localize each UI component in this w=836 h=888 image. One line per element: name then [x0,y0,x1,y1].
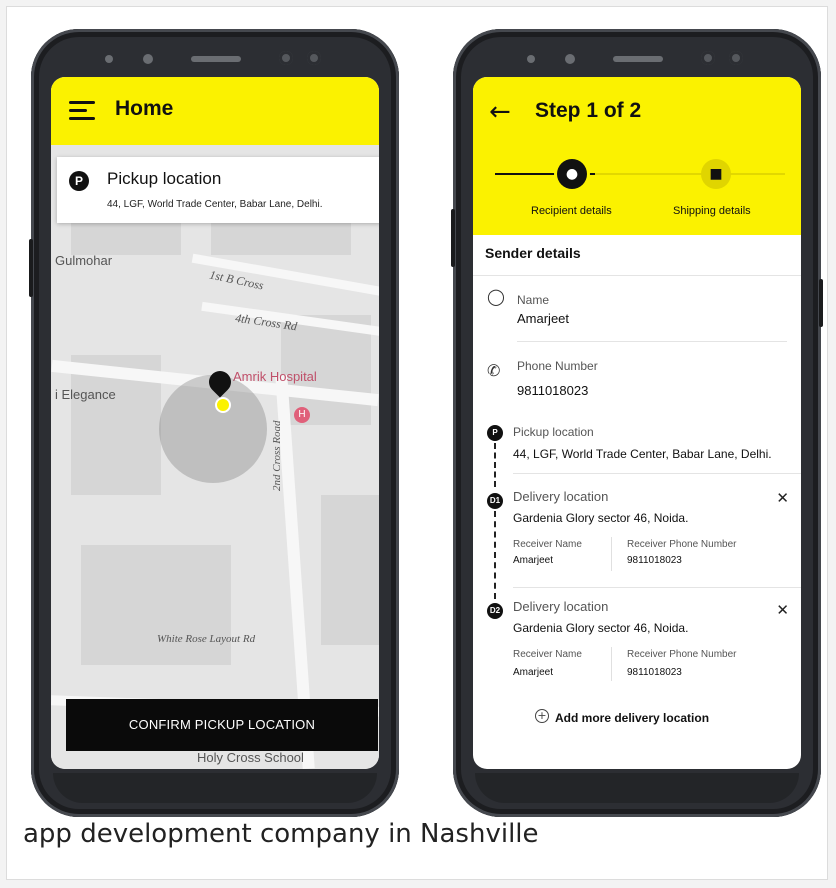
map-label: i Elegance [55,387,116,402]
phone-top-bar [31,49,399,73]
divider [611,647,612,681]
receiver-phone-label: Receiver Phone Number [627,649,737,660]
receiver-name-label: Receiver Name [513,649,582,660]
hospital-marker-icon[interactable]: H [294,407,310,423]
truck-icon[interactable]: ■ [701,159,731,189]
name-value[interactable]: Amarjeet [517,311,569,326]
receiver-phone-label: Receiver Phone Number [627,539,737,550]
receiver-name: Amarjeet [513,555,554,566]
divider [513,587,801,588]
page-title: Home [115,97,174,120]
pickup-marker-icon: P [487,425,503,441]
sensor-dot [527,55,535,63]
delivery-marker-icon: D1 [487,493,503,509]
back-arrow-icon[interactable]: ← [489,99,511,125]
details-screen: ← Step 1 of 2 ● ■ Recipient details Ship… [473,77,801,769]
phone-top-bar [453,49,821,73]
image-caption: app development company in Nashville [23,819,539,849]
delivery-label: Delivery location [513,599,609,614]
receiver-phone: 9811018023 [627,555,682,566]
delivery-marker-icon: D2 [487,603,503,619]
step-label-recipient[interactable]: Recipient details [531,205,612,217]
person-icon[interactable]: ● [557,159,587,189]
stepper-track-pending [595,173,785,175]
add-delivery-location-button[interactable]: Add more delivery location [555,711,709,725]
delivery-address[interactable]: Gardenia Glory sector 46, Noida. [513,511,688,525]
current-location-dot [215,397,231,413]
map-label: Holy Cross School [197,750,304,765]
phone-value[interactable]: 9811018023 [517,383,588,398]
user-icon: ◯ [487,287,505,306]
phone-chin [53,773,377,803]
sensor-dot [143,54,153,64]
pickup-location-card[interactable]: P Pickup location 44, LGF, World Trade C… [57,157,379,223]
receiver-phone: 9811018023 [627,667,682,678]
divider [517,341,787,342]
sensor-dot [105,55,113,63]
confirm-pickup-button[interactable]: CONFIRM PICKUP LOCATION [66,699,378,751]
camera-lens [279,51,293,65]
section-title: Sender details [485,245,581,261]
phone-label: Phone Number [517,359,598,373]
close-icon[interactable]: ✕ [776,489,789,507]
camera-lens [701,51,715,65]
pickup-address[interactable]: 44, LGF, World Trade Center, Babar Lane,… [513,447,772,461]
speaker-grill [191,56,241,62]
delivery-address[interactable]: Gardenia Glory sector 46, Noida. [513,621,688,635]
map-label: 2nd Cross Road [271,420,283,492]
receiver-name: Amarjeet [513,667,554,678]
power-button [819,279,823,327]
phone-icon: ✆ [487,361,501,380]
pickup-card-address: 44, LGF, World Trade Center, Babar Lane,… [107,199,323,210]
name-label: Name [517,293,550,307]
phone-step-one: ← Step 1 of 2 ● ■ Recipient details Ship… [451,29,823,817]
speaker-grill [613,56,663,62]
volume-button [29,239,33,297]
map-label-hospital: Amrik Hospital [233,369,317,384]
step-label-shipping[interactable]: Shipping details [673,205,751,217]
pickup-card-title: Pickup location [107,169,222,188]
divider [473,275,801,276]
sensor-dot [565,54,575,64]
map-label: White Rose Layout Rd [157,633,256,645]
menu-icon[interactable] [69,101,95,121]
phone-home: Home Gulmohar 1st B Cross 4th Cross Rd A… [29,29,399,817]
route-line [494,443,496,487]
pickup-badge-icon: P [69,171,89,191]
receiver-name-label: Receiver Name [513,539,582,550]
divider [611,537,612,571]
route-line [494,511,496,599]
home-screen: Home Gulmohar 1st B Cross 4th Cross Rd A… [51,77,379,769]
pickup-label: Pickup location [513,425,594,439]
map-label: Gulmohar [55,253,113,268]
delivery-label: Delivery location [513,489,609,504]
camera-lens [307,51,321,65]
app-header: Home [51,77,379,145]
divider [513,473,801,474]
camera-lens [729,51,743,65]
close-icon[interactable]: ✕ [776,601,789,619]
page-title: Step 1 of 2 [535,99,642,122]
screenshot-frame: Home Gulmohar 1st B Cross 4th Cross Rd A… [6,6,828,880]
volume-button [451,209,455,267]
phone-chin [475,773,799,803]
app-header: ← Step 1 of 2 ● ■ Recipient details Ship… [473,77,801,235]
add-circle-icon[interactable]: + [535,709,549,723]
